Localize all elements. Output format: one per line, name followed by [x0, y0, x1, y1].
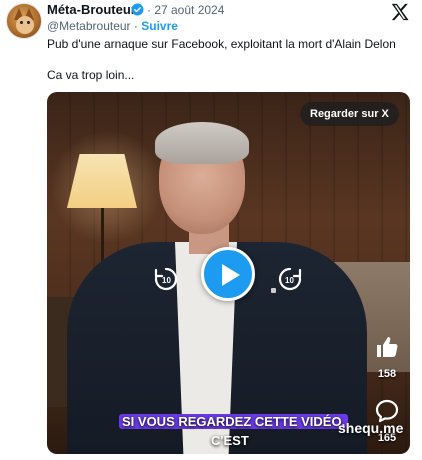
rewind-10-icon[interactable]: 10 — [151, 264, 181, 294]
forward-10-icon[interactable]: 10 — [275, 264, 305, 294]
video-player[interactable]: Regarder sur X 10 10 158 165 SI VOUS REG… — [47, 92, 410, 454]
play-button[interactable] — [201, 247, 255, 301]
verified-badge-icon — [131, 3, 144, 16]
video-subtitle-line-2: C'EST — [211, 433, 249, 448]
handle-separator: · — [130, 19, 142, 33]
avatar[interactable] — [6, 3, 42, 39]
thumbs-up-icon[interactable] — [374, 334, 400, 360]
author-name[interactable]: Méta-Brouteur — [47, 2, 136, 17]
like-count: 158 — [377, 368, 397, 380]
avatar-eye-right — [27, 21, 30, 24]
tweet-date[interactable]: · 27 août 2024 — [147, 3, 224, 17]
forward-seconds: 10 — [285, 276, 294, 285]
video-subtitle-line-1: SI VOUS REGARDEZ CETTE VIDÉO, — [119, 414, 349, 429]
x-logo-icon[interactable] — [390, 3, 410, 21]
tweet-text-line-1: Pub d'une arnaque sur Facebook, exploita… — [47, 37, 396, 51]
author-handle[interactable]: @Metabrouteur — [47, 19, 131, 33]
follow-button[interactable]: Suivre — [141, 19, 178, 33]
video-subtitle-highlight: SI VOUS REGARDEZ CETTE VIDÉO, — [119, 414, 349, 429]
tweet-text-line-2: Ca va trop loin... — [47, 68, 135, 82]
avatar-eye-left — [20, 21, 23, 24]
play-icon — [222, 264, 240, 286]
video-watermark: shequ.me — [338, 420, 404, 436]
handle-row: @Metabrouteur · Suivre — [47, 19, 178, 33]
avatar-face — [16, 16, 34, 34]
video-person-hair — [155, 122, 249, 164]
rewind-seconds: 10 — [162, 276, 171, 285]
watch-on-x-button[interactable]: Regarder sur X — [300, 102, 399, 126]
